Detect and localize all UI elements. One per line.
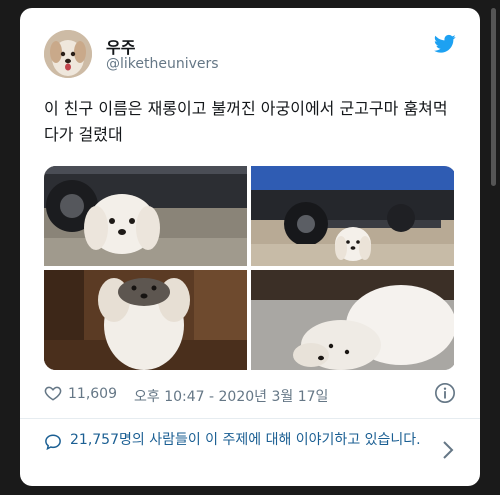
media-photo-2[interactable]: [251, 166, 454, 266]
media-photo-3[interactable]: [44, 270, 247, 370]
chevron-right-icon[interactable]: [442, 440, 454, 460]
tweet-header: 우주 @liketheunivers: [44, 30, 456, 82]
user-handle[interactable]: @liketheunivers: [106, 56, 219, 72]
display-name[interactable]: 우주: [106, 34, 135, 58]
info-icon[interactable]: [434, 382, 456, 404]
tweet-meta: 11,609 오후 10:47 - 2020년 3월 17일: [44, 382, 456, 406]
avatar[interactable]: [44, 30, 92, 78]
like-count[interactable]: 11,609: [68, 386, 117, 402]
tweet-card: 우주 @liketheunivers 이 친구 이름은 재롱이고 불꺼진 아궁이…: [20, 8, 480, 486]
tweet-text: 이 친구 이름은 재롱이고 불꺼진 아궁이에서 군고구마 훔쳐먹다가 걸렸대: [44, 99, 448, 144]
twitter-bird-icon[interactable]: [434, 34, 456, 54]
speech-bubble-icon: [45, 434, 61, 451]
media-photo-1[interactable]: [44, 166, 247, 266]
media-photo-4[interactable]: [251, 270, 454, 370]
heart-icon[interactable]: [44, 384, 62, 402]
discussion-text[interactable]: 21,757명의 사람들이 이 주제에 대해 이야기하고 있습니다.: [70, 429, 430, 452]
divider: [20, 418, 480, 419]
media-grid: [44, 166, 456, 370]
scrollbar[interactable]: [491, 8, 496, 186]
discussion-link[interactable]: 21,757명의 사람들이 이 주제에 대해 이야기하고 있습니다.: [44, 428, 456, 476]
tweet-timestamp[interactable]: 오후 10:47 - 2020년 3월 17일: [134, 386, 328, 406]
